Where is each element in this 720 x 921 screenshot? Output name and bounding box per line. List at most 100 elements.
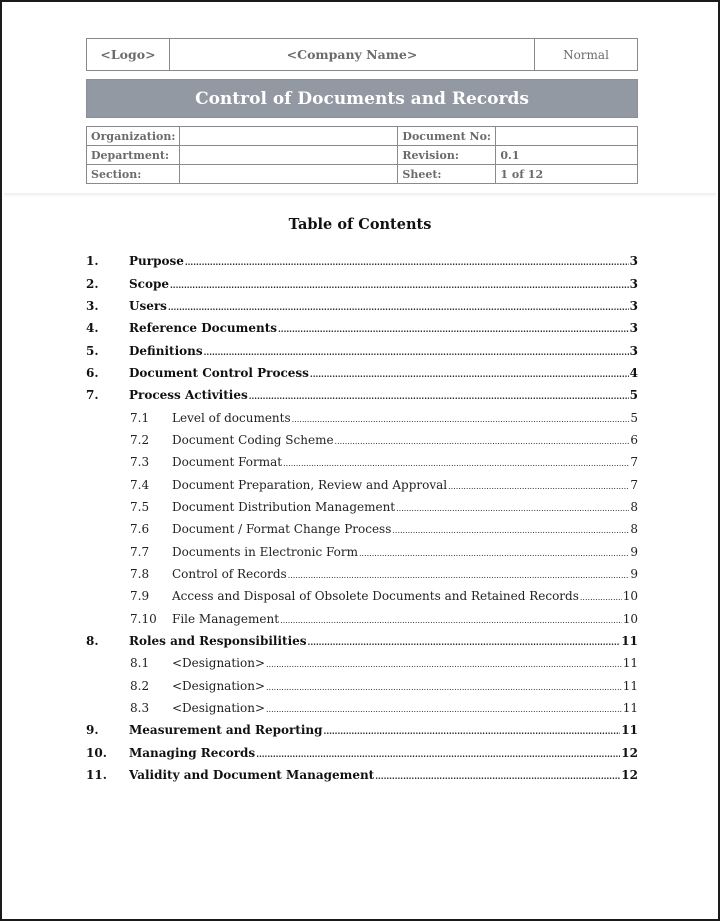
toc-dot-leader — [335, 437, 630, 446]
toc-dot-leader — [392, 526, 629, 535]
toc-dot-leader — [292, 415, 630, 424]
toc-entry-page: 11 — [622, 656, 638, 671]
toc-entry-page: 12 — [621, 768, 638, 783]
toc-entry-page: 10 — [622, 611, 638, 626]
toc-entry[interactable]: 7. Process Activities 5 — [86, 384, 638, 406]
toc-entry-text[interactable]: Roles and Responsibilities — [129, 634, 307, 648]
meta-value: 1 of 12 — [495, 164, 638, 184]
toc-entry-text[interactable]: Scope — [129, 277, 169, 291]
toc-dot-leader — [283, 459, 629, 468]
toc-entry[interactable]: 10. Managing Records 12 — [86, 742, 638, 764]
toc-entry[interactable]: 8. Roles and Responsibilities 11 — [86, 630, 638, 652]
toc-entry-line: Document Coding Scheme 6 — [172, 433, 638, 447]
document-status: Normal — [563, 47, 609, 62]
toc-entry-line: Process Activities 5 — [129, 388, 638, 402]
toc-entry-text[interactable]: <Designation> — [172, 701, 265, 715]
toc-entry-text[interactable]: Process Activities — [129, 388, 248, 402]
meta-label: Sheet: — [397, 164, 497, 184]
toc-entry[interactable]: 7.7 Documents in Electronic Form 9 — [86, 540, 638, 562]
toc-dot-leader — [185, 257, 629, 267]
toc-entry-page: 3 — [629, 254, 638, 269]
meta-value — [495, 126, 638, 146]
toc-entry[interactable]: 8.1 <Designation> 11 — [86, 652, 638, 674]
toc-dot-leader — [580, 593, 622, 602]
toc-entry[interactable]: 5. Definitions 3 — [86, 339, 638, 361]
toc-entry-number: 5. — [86, 343, 99, 358]
toc-entry-text[interactable]: Reference Documents — [129, 321, 277, 335]
toc-entry-page: 3 — [629, 343, 638, 358]
toc-entry-page: 7 — [630, 477, 638, 492]
toc-entry-number: 1. — [86, 254, 99, 269]
toc-dot-leader — [324, 726, 621, 736]
toc-entry-text[interactable]: Document / Format Change Process — [172, 522, 391, 536]
toc-entry-page: 9 — [630, 566, 638, 581]
toc-entry-text[interactable]: Level of documents — [172, 411, 291, 425]
toc-entry[interactable]: 7.1 Level of documents 5 — [86, 406, 638, 428]
toc-dot-leader — [375, 771, 620, 781]
toc-entry[interactable]: 7.3 Document Format 7 — [86, 451, 638, 473]
toc-entry-text[interactable]: Document Control Process — [129, 366, 309, 380]
toc-entry-text[interactable]: Documents in Electronic Form — [172, 545, 358, 559]
toc-entry-text[interactable]: Access and Disposal of Obsolete Document… — [172, 589, 579, 603]
toc-entry-text[interactable]: Managing Records — [129, 746, 255, 760]
toc-entry[interactable]: 4. Reference Documents 3 — [86, 317, 638, 339]
toc-entry-page: 9 — [630, 544, 638, 559]
toc-entry[interactable]: 1. Purpose 3 — [86, 250, 638, 272]
toc-dot-leader — [249, 391, 629, 401]
toc-entry[interactable]: 7.10 File Management 10 — [86, 608, 638, 630]
toc-entry[interactable]: 7.2 Document Coding Scheme 6 — [86, 429, 638, 451]
toc-entry-line: Definitions 3 — [129, 344, 638, 358]
toc-entry-line: Documents in Electronic Form 9 — [172, 545, 638, 559]
toc-entry-page: 8 — [630, 499, 638, 514]
toc-entry-number: 7.1 — [130, 410, 150, 425]
toc-entry-text[interactable]: Document Preparation, Review and Approva… — [172, 478, 447, 492]
toc-entry[interactable]: 3. Users 3 — [86, 295, 638, 317]
toc-entry[interactable]: 6. Document Control Process 4 — [86, 362, 638, 384]
toc-entry[interactable]: 8.3 <Designation> 11 — [86, 697, 638, 719]
toc-entry-page: 8 — [630, 522, 638, 537]
toc-entry-page: 4 — [629, 365, 638, 380]
toc-entry-text[interactable]: <Designation> — [172, 656, 265, 670]
document-header-table: <Logo> <Company Name> Normal — [86, 38, 638, 71]
toc-entry-text[interactable]: Document Distribution Management — [172, 500, 395, 514]
toc-entry-text[interactable]: Validity and Document Management — [129, 768, 374, 782]
toc-entry-text[interactable]: File Management — [172, 612, 279, 626]
toc-entry-text[interactable]: Purpose — [129, 254, 184, 268]
toc-entry-number: 7.2 — [130, 432, 150, 447]
toc-entry-line: File Management 10 — [172, 612, 638, 626]
toc-entry-number: 11. — [86, 768, 107, 783]
toc-entry[interactable]: 7.8 Control of Records 9 — [86, 563, 638, 585]
toc-entry[interactable]: 2. Scope 3 — [86, 272, 638, 294]
toc-entry[interactable]: 7.9 Access and Disposal of Obsolete Docum… — [86, 585, 638, 607]
toc-entry-line: Document Format 7 — [172, 455, 638, 469]
toc-entry[interactable]: 9. Measurement and Reporting 11 — [86, 719, 638, 741]
meta-label: Organization: — [85, 126, 181, 146]
toc-entry-text[interactable]: Document Coding Scheme — [172, 433, 334, 447]
toc-entry-number: 2. — [86, 276, 99, 291]
meta-row: Department: Revision: 0.1 — [85, 145, 638, 165]
toc-dot-leader — [168, 302, 629, 312]
toc-entry-number: 4. — [86, 321, 99, 336]
toc-entry-number: 8. — [86, 634, 99, 649]
toc-entry-line: Reference Documents 3 — [129, 321, 638, 335]
toc-entry-line: Managing Records 12 — [129, 746, 638, 760]
document-title: Control of Documents and Records — [86, 79, 638, 118]
toc-entry[interactable]: 7.6 Document / Format Change Process 8 — [86, 518, 638, 540]
toc-entry[interactable]: 7.5 Document Distribution Management 8 — [86, 496, 638, 518]
toc-entry-text[interactable]: Document Format — [172, 455, 282, 469]
toc-entry[interactable]: 8.2 <Designation> 11 — [86, 675, 638, 697]
toc-dot-leader — [288, 571, 630, 580]
toc-dot-leader — [266, 683, 622, 692]
meta-row: Organization: Document No: — [85, 126, 638, 146]
toc-entry-text[interactable]: Control of Records — [172, 567, 287, 581]
toc-entry-text[interactable]: Definitions — [129, 344, 203, 358]
toc-entry-text[interactable]: Users — [129, 299, 167, 313]
toc-dot-leader — [310, 369, 629, 379]
toc-entry-text[interactable]: <Designation> — [172, 679, 265, 693]
toc-dot-leader — [266, 660, 622, 669]
toc-entry[interactable]: 7.4 Document Preparation, Review and Appr… — [86, 473, 638, 495]
toc-entry-text[interactable]: Measurement and Reporting — [129, 723, 323, 737]
toc-entry-number: 7.8 — [130, 566, 150, 581]
toc-entry-line: Document Preparation, Review and Approva… — [172, 478, 638, 492]
toc-entry[interactable]: 11. Validity and Document Management 12 — [86, 764, 638, 786]
